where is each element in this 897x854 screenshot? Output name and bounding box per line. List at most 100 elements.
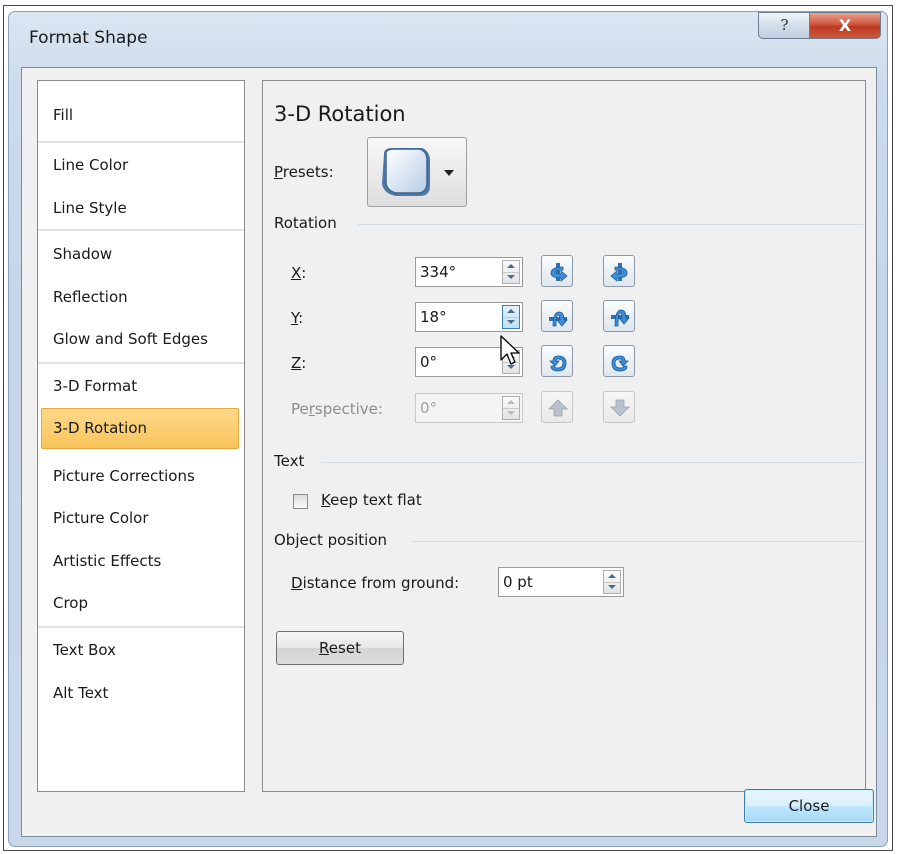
rotation-group-label: Rotation (274, 214, 337, 232)
rotate-right-button[interactable] (603, 255, 635, 287)
distance-arrows[interactable] (603, 570, 621, 594)
window-title: Format Shape (29, 28, 148, 48)
z-label-text: : (301, 354, 307, 372)
distance-label-text: istance from ground: (302, 574, 460, 592)
rotate-left-icon (550, 263, 568, 282)
distance-value: 0 pt (503, 573, 533, 591)
reset-button[interactable]: Reset (276, 631, 404, 665)
x-label-text: : (301, 264, 307, 282)
presets-dropdown[interactable] (367, 137, 467, 207)
distance-label-accel: D (291, 574, 303, 592)
spin-down-icon[interactable] (604, 582, 620, 593)
y-rotation-arrows[interactable] (502, 305, 520, 329)
nav-separator (38, 626, 244, 628)
perspective-label: Perspective: (291, 400, 383, 418)
distance-spinner[interactable]: 0 pt (498, 567, 624, 597)
narrow-perspective-icon (548, 399, 568, 417)
reset-text: eset (328, 639, 361, 657)
nav-item-glow-and-soft-edges[interactable]: Glow and Soft Edges (38, 324, 244, 354)
window-close-button[interactable]: X (809, 12, 881, 39)
z-rotation-value: 0° (420, 353, 438, 371)
rotate-down-button[interactable] (603, 300, 635, 332)
nav-item-alt-text[interactable]: Alt Text (38, 678, 244, 708)
rotate-up-button[interactable] (541, 300, 573, 332)
perspective-arrows (502, 396, 520, 420)
widen-perspective-icon (610, 399, 630, 417)
dialog-client-area: Fill Line Color Line Style Shadow Reflec… (21, 67, 877, 837)
nav-item-text-box[interactable]: Text Box (38, 635, 244, 665)
text-group-rule (321, 462, 863, 463)
y-label-text: : (298, 309, 304, 327)
perspective-value: 0° (420, 399, 438, 417)
rotate-left-button[interactable] (541, 255, 573, 287)
distance-label: Distance from ground: (291, 574, 459, 592)
nav-item-label: Crop (53, 594, 89, 612)
format-shape-dialog: Format Shape ? X Fill Line Color Line St… (8, 11, 888, 847)
x-rotation-arrows[interactable] (502, 260, 520, 284)
nav-item-label: 3-D Rotation (53, 419, 148, 437)
nav-item-label: Shadow (53, 245, 113, 263)
nav-item-3d-format[interactable]: 3-D Format (38, 371, 244, 401)
spin-down-icon[interactable] (503, 317, 519, 328)
keep-text-flat-checkbox[interactable] (293, 494, 308, 509)
y-rotation-value: 18° (420, 308, 447, 326)
widen-perspective-button (603, 391, 635, 423)
nav-item-shadow[interactable]: Shadow (38, 239, 244, 269)
text-group-label: Text (274, 452, 305, 470)
rotate-clockwise-icon (611, 355, 629, 372)
nav-item-picture-corrections[interactable]: Picture Corrections (38, 461, 244, 491)
category-list: Fill Line Color Line Style Shadow Reflec… (37, 80, 245, 792)
rotate-down-icon (611, 309, 630, 327)
nav-item-crop[interactable]: Crop (38, 588, 244, 618)
nav-item-artistic-effects[interactable]: Artistic Effects (38, 546, 244, 576)
presets-label: Presets: (274, 163, 334, 181)
reset-accel: R (319, 639, 329, 657)
help-button[interactable]: ? (758, 12, 810, 39)
keep-text-flat-accel: K (321, 491, 331, 509)
nav-item-fill[interactable]: Fill (38, 100, 244, 130)
rotation-group-rule (358, 224, 863, 225)
nav-separator (38, 141, 244, 143)
nav-item-label: Line Color (53, 156, 129, 174)
perspective-label-pre: Pe (291, 400, 309, 418)
z-label: Z: (291, 354, 306, 372)
nav-separator (38, 229, 244, 231)
nav-item-label: Reflection (53, 288, 128, 306)
close-icon: X (838, 16, 852, 35)
presets-label-text: resets: (282, 163, 334, 181)
nav-item-label: Alt Text (53, 684, 109, 702)
nav-item-label: Line Style (53, 199, 127, 217)
object-position-group-rule (411, 541, 863, 542)
x-label-accel: X (291, 264, 302, 282)
nav-item-3d-rotation[interactable]: 3-D Rotation (41, 408, 239, 449)
nav-item-label: Fill (53, 106, 74, 124)
rotate-right-icon (610, 263, 628, 282)
object-position-group-label: Object position (274, 531, 388, 549)
mouse-cursor-icon (500, 335, 520, 365)
preset-shape-icon (382, 148, 454, 196)
perspective-spinner: 0° (415, 393, 523, 423)
nav-item-picture-color[interactable]: Picture Color (38, 503, 244, 533)
x-rotation-spinner[interactable]: 334° (415, 257, 523, 287)
nav-item-line-style[interactable]: Line Style (38, 193, 244, 223)
nav-item-label: Artistic Effects (53, 552, 162, 570)
nav-item-label: Glow and Soft Edges (53, 330, 208, 348)
nav-item-label: Text Box (53, 641, 116, 659)
narrow-perspective-button (541, 391, 573, 423)
nav-item-line-color[interactable]: Line Color (38, 150, 244, 180)
x-rotation-value: 334° (420, 263, 457, 281)
rotate-up-icon (549, 311, 568, 327)
rotate-counterclockwise-icon (549, 355, 567, 372)
close-button[interactable]: Close (744, 789, 874, 823)
x-label: X: (291, 264, 306, 282)
keep-text-flat-text: eep text flat (330, 491, 422, 509)
panel-heading: 3-D Rotation (274, 102, 406, 126)
keep-text-flat-label[interactable]: Keep text flat (321, 491, 422, 509)
rotate-counterclockwise-button[interactable] (541, 345, 573, 377)
nav-item-reflection[interactable]: Reflection (38, 282, 244, 312)
y-label: Y: (291, 309, 303, 327)
spin-down-icon[interactable] (503, 272, 519, 283)
y-rotation-spinner[interactable]: 18° (415, 302, 523, 332)
rotate-clockwise-button[interactable] (603, 345, 635, 377)
nav-item-label: Picture Corrections (53, 467, 195, 485)
